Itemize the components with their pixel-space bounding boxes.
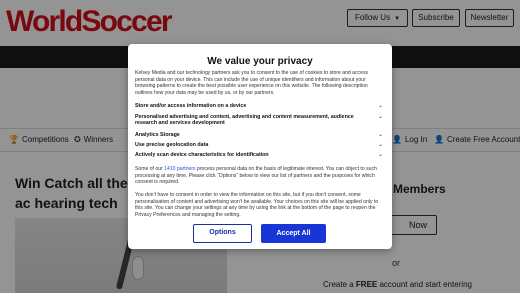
purpose-item[interactable]: Use precise geolocation data ⌄	[135, 142, 385, 148]
consent-partners-text: Some of our 1410 partners process person…	[135, 166, 385, 186]
purpose-label: Use precise geolocation data	[135, 142, 209, 148]
chevron-down-icon[interactable]: ⌄	[378, 114, 383, 120]
chevron-down-icon[interactable]: ⌄	[378, 142, 383, 148]
partners-text-pre: Some of our	[135, 166, 165, 172]
options-button[interactable]: Options	[193, 224, 252, 243]
chevron-down-icon[interactable]: ⌄	[378, 103, 383, 109]
consent-intro: Kelsey Media and our technology partners…	[135, 70, 369, 96]
purpose-item[interactable]: Personalised advertising and content, ad…	[135, 114, 385, 127]
partners-link[interactable]: 1410 partners	[164, 166, 195, 172]
chevron-down-icon[interactable]: ⌄	[378, 152, 383, 158]
consent-optout-text: You don’t have to consent in order to vi…	[135, 192, 379, 218]
purpose-label: Store and/or access information on a dev…	[135, 103, 247, 109]
accept-all-button[interactable]: Accept All	[261, 224, 326, 243]
purpose-label: Actively scan device characteristics for…	[135, 152, 269, 158]
purpose-label: Analytics Storage	[135, 132, 180, 138]
purpose-label: Personalised advertising and content, ad…	[135, 114, 354, 127]
purpose-item[interactable]: Analytics Storage ⌄	[135, 132, 385, 138]
purpose-item[interactable]: Store and/or access information on a dev…	[135, 103, 385, 109]
consent-dialog: We value your privacy Kelsey Media and o…	[128, 44, 392, 249]
consent-title: We value your privacy	[207, 56, 313, 67]
chevron-down-icon[interactable]: ⌄	[378, 132, 383, 138]
purpose-item[interactable]: Actively scan device characteristics for…	[135, 152, 385, 158]
